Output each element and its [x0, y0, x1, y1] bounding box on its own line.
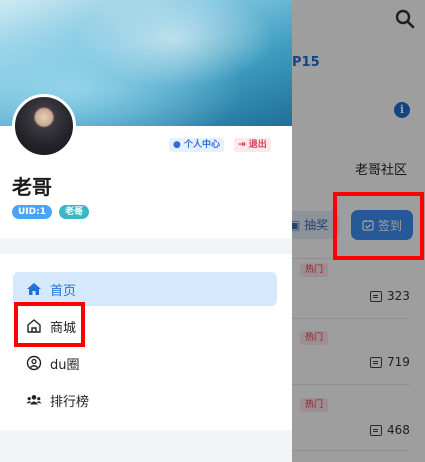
users-icon	[26, 395, 42, 405]
personal-center-label: 个人中心	[184, 140, 221, 150]
menu-item-du-circle[interactable]: du圈	[13, 346, 277, 380]
menu-item-home[interactable]: 首页	[13, 272, 277, 306]
uid-tag: UID:1	[12, 205, 52, 219]
menu-item-label: 首页	[50, 283, 77, 299]
avatar[interactable]	[12, 94, 76, 158]
logout-label: 退出	[248, 140, 267, 150]
logout-button[interactable]: ⇥ 退出	[234, 138, 271, 152]
menu-item-label: 商城	[50, 320, 77, 336]
menu-item-label: du圈	[50, 357, 80, 373]
home-icon	[27, 283, 41, 295]
shop-icon	[27, 319, 41, 333]
menu-item-label: 排行榜	[50, 394, 90, 410]
personal-center-button[interactable]: ● 个人中心	[169, 138, 225, 152]
logout-icon: ⇥	[238, 140, 246, 150]
circle-icon	[26, 355, 42, 371]
name-tag: 老哥	[59, 205, 90, 219]
menu-item-ranking[interactable]: 排行榜	[13, 383, 277, 417]
user-icon: ●	[173, 140, 181, 150]
menu-item-shop[interactable]: 商城	[13, 309, 277, 343]
username: 老哥	[12, 175, 52, 199]
side-drawer: ● 个人中心 ⇥ 退出 老哥 UID:1 老哥 首页 商城 du圈 排行榜	[0, 0, 292, 462]
